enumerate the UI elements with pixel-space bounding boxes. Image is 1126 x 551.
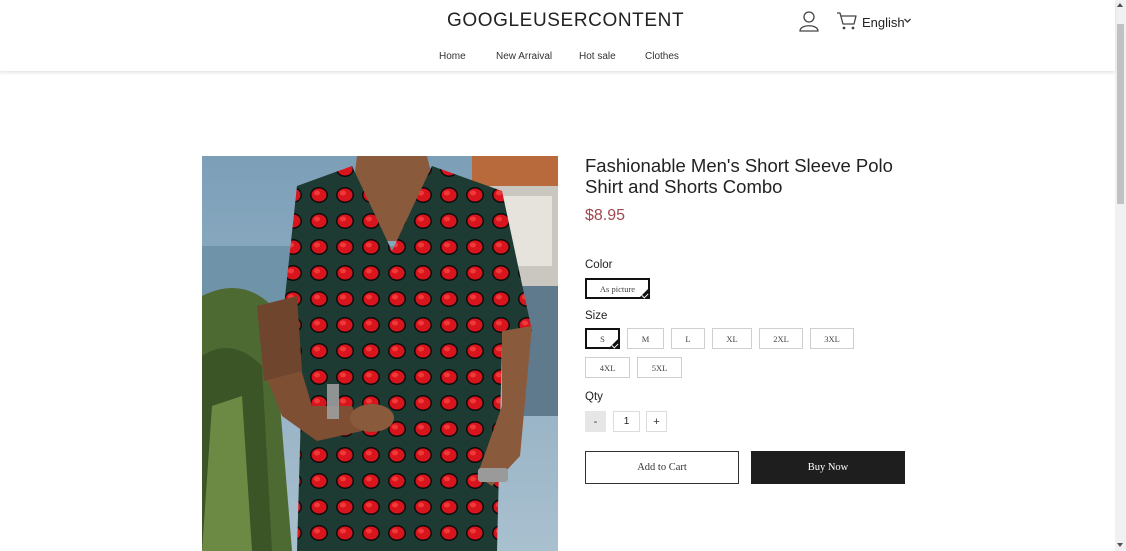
size-option-label: S [600,333,605,344]
user-icon[interactable] [798,10,820,32]
main-nav: Home New Arraival Hot sale Clothes [0,51,1115,65]
size-option-5xl[interactable]: 5XL [637,357,682,378]
product-photo [202,156,558,551]
size-option-label: L [685,333,691,344]
scroll-down-arrow-icon[interactable] [1117,543,1123,547]
product-price: $8.95 [585,207,626,224]
size-option-3xl[interactable]: 3XL [810,328,854,349]
size-label: Size [585,310,608,322]
buy-now-button[interactable]: Buy Now [751,451,905,484]
size-option-l[interactable]: L [671,328,705,349]
size-option-4xl[interactable]: 4XL [585,357,630,378]
check-icon [611,341,619,349]
size-option-xl[interactable]: XL [712,328,752,349]
product-title: Fashionable Men's Short Sleeve Polo Shir… [585,155,893,197]
size-option-label: 3XL [824,333,840,344]
page-scrollbar[interactable] [1115,0,1126,551]
size-option-label: 4XL [599,362,616,373]
qty-input[interactable] [613,411,640,432]
size-option-m[interactable]: M [627,328,664,349]
nav-new-arrival[interactable]: New Arraival [496,51,552,62]
qty-label: Qty [585,391,603,403]
size-option-label: 5XL [651,362,668,373]
size-option-label: XL [726,333,738,344]
chevron-down-icon[interactable] [903,16,912,25]
qty-increase-button[interactable]: + [646,411,667,432]
add-to-cart-button[interactable]: Add to Cart [585,451,739,484]
color-option-label: As picture [599,283,636,294]
color-label: Color [585,259,613,271]
check-icon [641,291,649,299]
scroll-thumb[interactable] [1117,24,1124,204]
language-selector[interactable]: English [862,15,905,30]
qty-decrease-button[interactable]: - [585,411,606,432]
product-image[interactable] [202,156,558,551]
size-option-s[interactable]: S [585,328,620,349]
scroll-up-arrow-icon[interactable] [1117,3,1123,7]
size-option-2xl[interactable]: 2XL [759,328,803,349]
site-logo[interactable]: GOOGLEUSERCONTENT [447,10,684,32]
nav-clothes[interactable]: Clothes [645,51,679,62]
size-option-label: M [641,333,650,344]
cart-icon[interactable] [836,11,858,31]
color-option-as-picture[interactable]: As picture [585,278,650,299]
nav-hot-sale[interactable]: Hot sale [579,51,616,62]
size-option-label: 2XL [773,333,789,344]
nav-home[interactable]: Home [439,51,466,62]
site-header: GOOGLEUSERCONTENT English Home New Arrai… [0,0,1115,71]
